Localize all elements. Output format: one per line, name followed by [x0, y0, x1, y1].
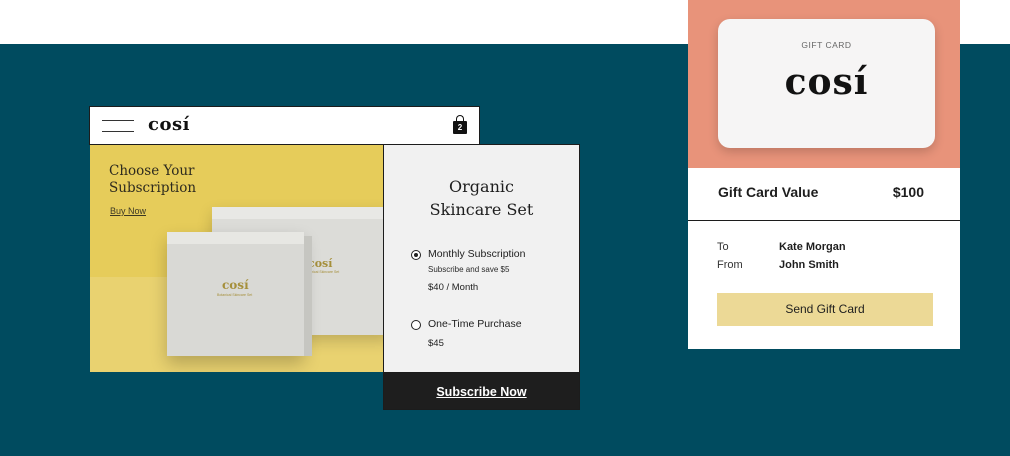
divider [688, 220, 960, 221]
option-label[interactable]: Monthly Subscription [428, 248, 525, 260]
cart-count-badge: 2 [457, 123, 463, 132]
sender-name: John Smith [779, 259, 839, 271]
to-label: To [717, 241, 729, 253]
hero-banner: cosí Botanical Skincare Set cosí Botanic… [90, 145, 383, 372]
gift-card-logo: cosí [784, 61, 869, 103]
monthly-subscription-radio[interactable] [411, 250, 421, 260]
one-time-purchase-radio[interactable] [411, 320, 421, 330]
option-price: $45 [428, 338, 444, 349]
option-description: Subscribe and save $5 [428, 265, 510, 274]
gift-card-label: GIFT CARD [801, 40, 852, 50]
recipient-name: Kate Morgan [779, 241, 846, 253]
store-logo[interactable]: cosí [148, 114, 190, 135]
shopping-bag-icon[interactable]: 2 [453, 115, 467, 135]
from-label: From [717, 259, 743, 271]
product-title: Organic Skincare Set [429, 177, 534, 219]
option-label[interactable]: One-Time Purchase [428, 318, 522, 330]
box-subtitle: Botanical Skincare Set [217, 293, 253, 297]
send-gift-card-button[interactable]: Send Gift Card [717, 293, 933, 326]
buy-now-link[interactable]: Buy Now [110, 206, 146, 216]
product-options-panel: Organic Skincare Set Monthly Subscriptio… [383, 144, 580, 373]
hamburger-menu-icon[interactable] [102, 118, 134, 134]
product-box-front-image: cosí Botanical Skincare Set [167, 232, 312, 356]
gift-card-details: Gift Card Value $100 To Kate Morgan From… [688, 168, 960, 349]
subscribe-now-button[interactable]: Subscribe Now [383, 372, 580, 410]
gift-value-amount: $100 [892, 184, 924, 200]
box-logo: cosí [222, 278, 249, 292]
store-header: cosí 2 [89, 106, 480, 145]
hero-title: Choose Your Subscription [109, 163, 197, 196]
gift-value-label: Gift Card Value [718, 184, 819, 200]
gift-card-image: GIFT CARD cosí [718, 19, 935, 148]
option-price: $40 / Month [428, 282, 479, 293]
